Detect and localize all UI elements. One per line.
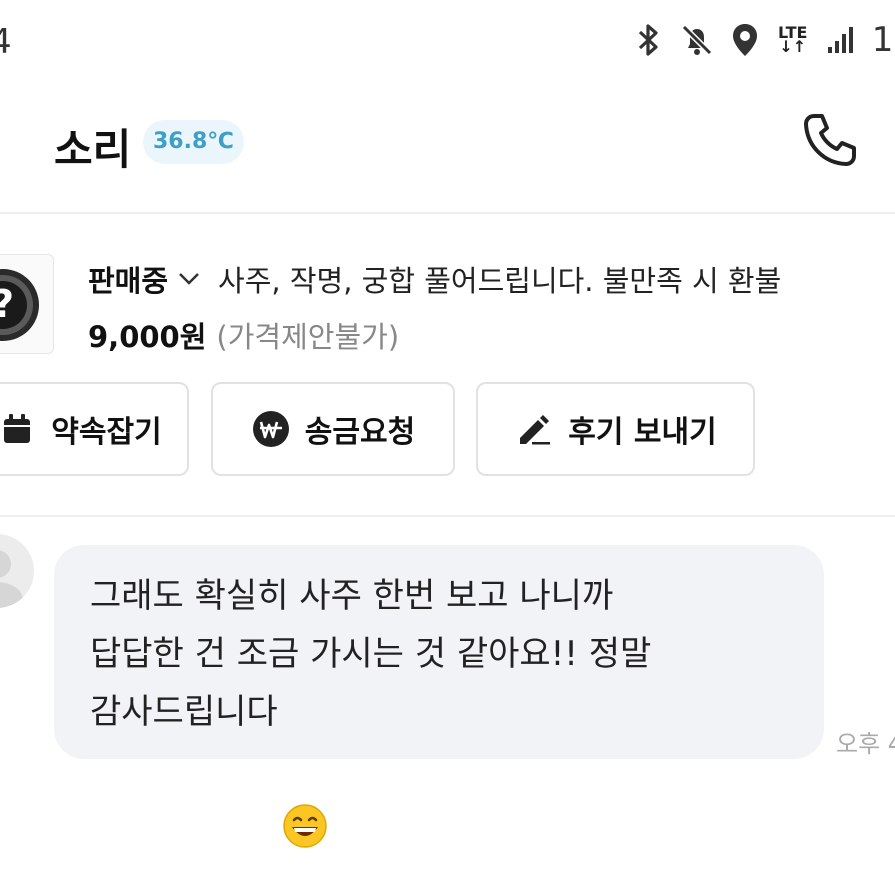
message-body: 그래도 확실히 사주 한번 보고 나니까 답답한 건 조금 가시는 것 같아요!… bbox=[90, 576, 652, 732]
message-text: 그래도 확실히 사주 한번 보고 나니까 답답한 건 조금 가시는 것 같아요!… bbox=[90, 567, 788, 848]
sender-avatar[interactable] bbox=[0, 534, 34, 608]
request-transfer-button[interactable]: 송금요청 bbox=[211, 382, 455, 476]
lte-label: LTE bbox=[778, 23, 808, 42]
won-icon bbox=[251, 409, 291, 449]
call-button[interactable] bbox=[800, 110, 860, 170]
product-summary[interactable]: ? 판매중 사주, 작명, 궁합 풀어드립니다. 불만족 시 환불 9,000원… bbox=[0, 236, 895, 366]
svg-text:?: ? bbox=[0, 282, 14, 326]
phone-icon bbox=[804, 114, 856, 166]
bluetooth-icon bbox=[632, 20, 666, 60]
location-icon bbox=[728, 20, 762, 60]
price-negotiation-note: (가격제안불가) bbox=[216, 320, 400, 354]
chevron-down-icon[interactable] bbox=[178, 272, 200, 286]
grinning-face-emoji bbox=[282, 687, 328, 848]
send-review-button[interactable]: 후기 보내기 bbox=[476, 382, 755, 476]
status-icons: LTE↓↑ 16 bbox=[632, 20, 895, 60]
actions-divider bbox=[0, 515, 895, 517]
battery-level: 16 bbox=[871, 20, 895, 60]
user-name[interactable]: 소리 bbox=[54, 116, 131, 177]
product-price: 9,000원 bbox=[88, 320, 207, 354]
make-appointment-label: 약속잡기 bbox=[51, 415, 162, 450]
lte-icon: LTE ↓↑ bbox=[778, 23, 808, 56]
signal-icon bbox=[824, 20, 858, 60]
manner-temperature-badge[interactable]: 36.8℃ bbox=[143, 120, 244, 164]
sale-status[interactable]: 판매중 bbox=[88, 258, 168, 300]
message-timestamp: 오후 4 bbox=[836, 730, 895, 758]
calendar-icon bbox=[0, 409, 37, 449]
send-review-label: 후기 보내기 bbox=[568, 415, 717, 450]
status-time: 4 bbox=[0, 22, 12, 62]
request-transfer-label: 송금요청 bbox=[304, 415, 416, 450]
product-thumbnail[interactable]: ? bbox=[0, 254, 54, 354]
header-divider bbox=[0, 212, 895, 214]
chat-header: 소리 36.8℃ bbox=[0, 96, 895, 206]
mute-icon bbox=[680, 20, 714, 60]
status-bar: 4 LTE↓↑ 16 bbox=[0, 0, 895, 84]
pencil-icon bbox=[514, 409, 554, 449]
make-appointment-button[interactable]: 약속잡기 bbox=[0, 382, 189, 476]
product-price-row: 9,000원 (가격제안불가) bbox=[88, 314, 399, 356]
message-bubble[interactable]: 그래도 확실히 사주 한번 보고 나니까 답답한 건 조금 가시는 것 같아요!… bbox=[54, 545, 824, 848]
product-title: 사주, 작명, 궁합 풀어드립니다. 불만족 시 환불 bbox=[218, 264, 782, 298]
product-title-row: 판매중 사주, 작명, 궁합 풀어드립니다. 불만족 시 환불 bbox=[88, 258, 781, 300]
